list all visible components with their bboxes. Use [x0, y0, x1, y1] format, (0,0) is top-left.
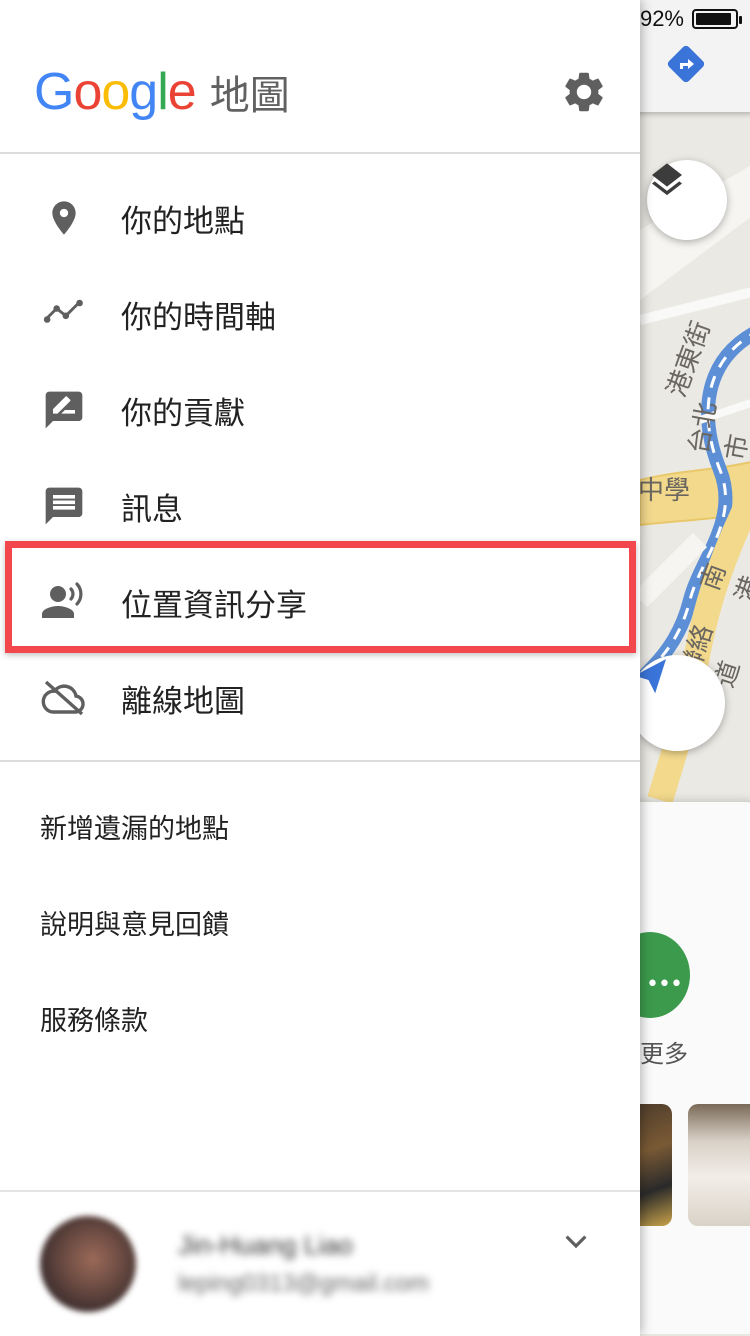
more-label: 更多 — [640, 1040, 688, 1068]
map-district-label: 台北市 — [684, 399, 750, 463]
menu-item-label: 你的貢獻 — [121, 395, 245, 432]
logo-letter: o — [101, 63, 130, 121]
battery-percentage: 92% — [639, 6, 684, 31]
link-help-feedback[interactable]: 說明與意見回饋 — [0, 874, 640, 970]
account-switcher[interactable]: Jin-Huang Liao leping0313@gmail.com — [0, 1190, 640, 1336]
gear-icon — [565, 72, 603, 112]
link-add-missing-place[interactable]: 新增遺漏的地點 — [0, 778, 640, 874]
battery-level — [696, 13, 731, 25]
layers-icon — [652, 163, 682, 196]
logo-letter: e — [167, 63, 197, 121]
menu-item-label: 訊息 — [121, 491, 183, 528]
place-pin-icon — [40, 194, 88, 242]
status-bar: 92% — [639, 6, 742, 32]
google-maps-logo: Google 地圖 — [34, 62, 290, 122]
timeline-icon — [40, 290, 88, 338]
menu-item-your-timeline[interactable]: 你的時間軸 — [0, 266, 640, 362]
logo-letter: l — [157, 63, 169, 121]
link-terms-of-service[interactable]: 服務條款 — [0, 970, 640, 1066]
place-photo[interactable] — [688, 1104, 750, 1226]
drawer-header: Google 地圖 — [0, 0, 640, 154]
menu-item-label: 你的時間軸 — [121, 299, 276, 336]
layers-button[interactable] — [647, 160, 727, 240]
menu-item-label: 你的地點 — [121, 203, 245, 240]
my-location-button[interactable] — [629, 655, 725, 751]
menu-item-label: 位置資訊分享 — [121, 587, 307, 624]
location-sharing-icon — [40, 578, 88, 626]
cloud-off-icon — [40, 674, 88, 722]
menu-item-messages[interactable]: 訊息 — [0, 458, 640, 554]
map-school-label: 中學 — [638, 476, 691, 506]
navigation-drawer: Google 地圖 你的地點 你的時間軸 你的貢獻 訊息 位置資訊分享 離線地圖… — [0, 0, 640, 1336]
menu-item-your-places[interactable]: 你的地點 — [0, 170, 640, 266]
logo-letter: g — [129, 63, 158, 121]
chevron-down-icon[interactable] — [560, 1226, 592, 1258]
menu-item-location-sharing[interactable]: 位置資訊分享 — [0, 554, 640, 650]
menu-item-offline-maps[interactable]: 離線地圖 — [0, 650, 640, 746]
menu-item-your-contributions[interactable]: 你的貢獻 — [0, 362, 640, 458]
app-name: 地圖 — [209, 73, 290, 119]
google-logo-text: Google — [34, 62, 197, 122]
avatar[interactable] — [40, 1216, 136, 1312]
rate-review-icon — [40, 386, 88, 434]
account-email: leping0313@gmail.com — [178, 1270, 430, 1297]
more-dots-icon: ••• — [646, 972, 683, 997]
menu-divider — [0, 760, 640, 762]
drawer-menu: 你的地點 你的時間軸 你的貢獻 訊息 位置資訊分享 離線地圖 — [0, 170, 640, 746]
menu-item-label: 離線地圖 — [121, 683, 245, 720]
account-name: Jin-Huang Liao — [178, 1230, 353, 1260]
logo-letter: G — [34, 63, 74, 121]
settings-button[interactable] — [560, 68, 608, 116]
message-icon — [40, 482, 88, 530]
logo-letter: o — [73, 63, 102, 121]
battery-icon — [692, 9, 742, 29]
directions-icon[interactable] — [666, 44, 706, 84]
drawer-links: 新增遺漏的地點 說明與意見回饋 服務條款 — [0, 778, 640, 1066]
